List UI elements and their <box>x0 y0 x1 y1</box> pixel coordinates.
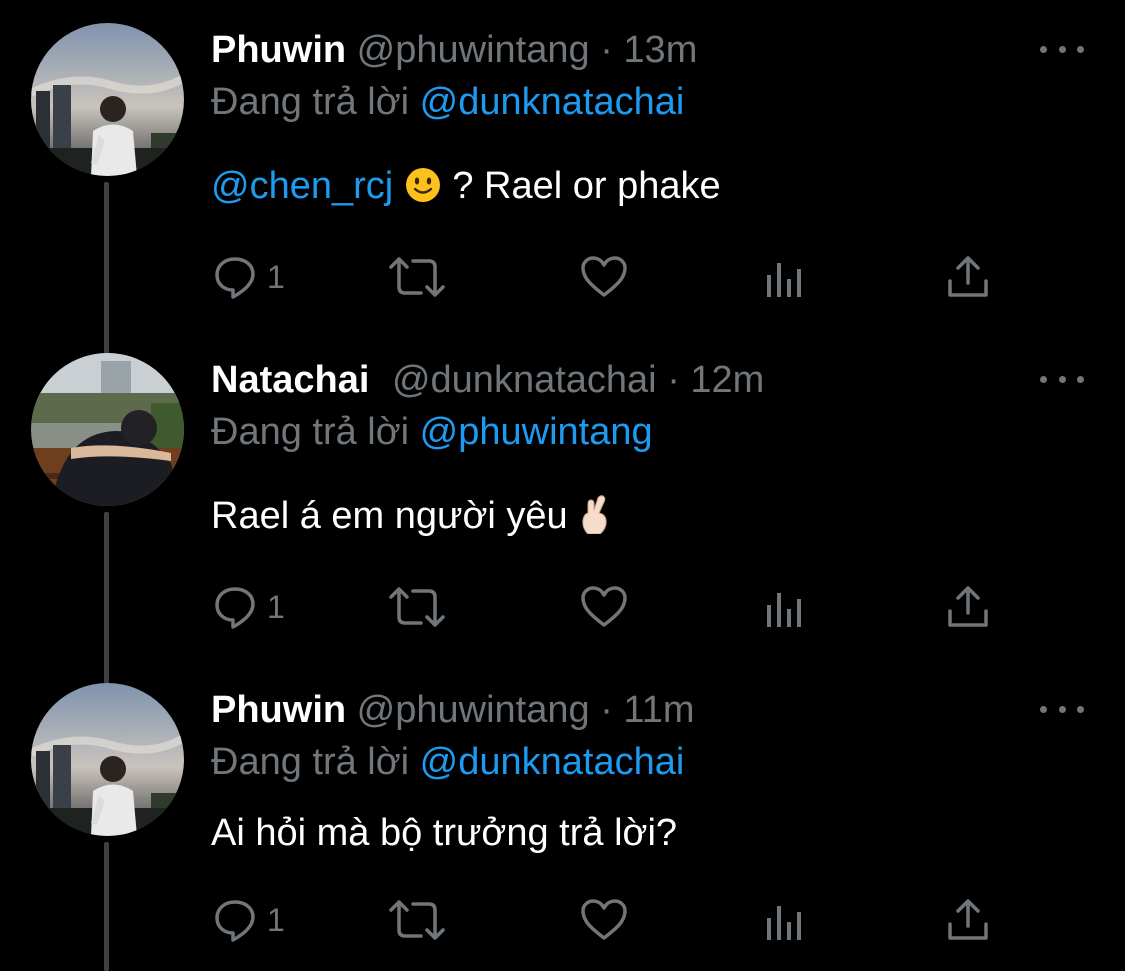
reply-button[interactable]: 1 <box>211 252 285 302</box>
replying-to-label: Đang trả lời <box>211 411 410 453</box>
analytics-icon <box>767 593 801 627</box>
more-options-button[interactable] <box>1040 369 1084 389</box>
views-button[interactable] <box>763 252 807 302</box>
mention-link[interactable]: @chen_rcj <box>211 165 393 207</box>
tweet-text: Ai hỏi mà bộ trưởng trả lời? <box>211 810 677 856</box>
replying-to-line: Đang trả lời @dunknatachai <box>211 79 684 125</box>
separator-dot: · <box>600 29 613 71</box>
like-button[interactable] <box>579 582 629 632</box>
tweet[interactable]: Natachai @dunknatachai · 12m Đang trả lờ… <box>0 330 1125 660</box>
more-options-icon <box>1040 375 1047 383</box>
tweet[interactable]: Phuwin @phuwintang · 13m Đang trả lời @d… <box>0 0 1125 330</box>
analytics-icon <box>767 906 801 940</box>
separator-dot: · <box>667 359 680 401</box>
heart-icon <box>581 256 627 297</box>
share-icon <box>948 256 988 297</box>
display-name[interactable]: Phuwin <box>211 29 346 71</box>
tweet-text-content: ? Rael or phake <box>452 165 721 207</box>
display-name[interactable]: Natachai <box>211 359 369 401</box>
like-button[interactable] <box>579 252 629 302</box>
retweet-icon <box>389 257 445 297</box>
more-options-icon <box>1040 705 1047 713</box>
views-button[interactable] <box>763 895 807 945</box>
share-button[interactable] <box>945 252 991 302</box>
slightly-smiling-face-icon <box>404 166 442 215</box>
user-handle[interactable]: @phuwintang <box>357 689 590 731</box>
reply-button[interactable]: 1 <box>211 895 285 945</box>
crossed-fingers-icon <box>578 494 612 545</box>
share-button[interactable] <box>945 895 991 945</box>
tweet-header: Natachai @dunknatachai · 12m <box>211 357 764 403</box>
user-handle[interactable]: @phuwintang <box>357 29 590 71</box>
replying-to-mention[interactable]: @dunknatachai <box>420 81 685 123</box>
more-options-icon <box>1040 45 1047 53</box>
display-name[interactable]: Phuwin <box>211 689 346 731</box>
reply-icon <box>215 257 255 299</box>
tweet[interactable]: Phuwin @phuwintang · 11m Đang trả lời @d… <box>0 660 1125 971</box>
replying-to-mention[interactable]: @phuwintang <box>420 411 653 453</box>
tweet-text: @chen_rcj ? Rael or phake <box>211 163 721 215</box>
reply-count: 1 <box>267 588 285 625</box>
share-icon <box>948 899 988 940</box>
views-button[interactable] <box>763 582 807 632</box>
retweet-icon <box>389 587 445 627</box>
retweet-button[interactable] <box>387 895 447 945</box>
action-bar: 1 <box>211 895 1001 945</box>
tweet-text-content: Rael á em người yêu <box>211 495 568 537</box>
replying-to-line: Đang trả lời @dunknatachai <box>211 739 684 785</box>
reply-count: 1 <box>267 901 285 938</box>
retweet-button[interactable] <box>387 582 447 632</box>
tweet-text-content: Ai hỏi mà bộ trưởng trả lời? <box>211 812 678 854</box>
reply-icon <box>215 900 255 942</box>
replying-to-label: Đang trả lời <box>211 741 410 783</box>
more-options-button[interactable] <box>1040 39 1084 59</box>
share-button[interactable] <box>945 582 991 632</box>
reply-count: 1 <box>267 258 285 295</box>
user-handle[interactable]: @dunknatachai <box>392 359 657 401</box>
avatar[interactable] <box>31 353 184 506</box>
share-icon <box>948 586 988 627</box>
retweet-icon <box>389 900 445 940</box>
replying-to-mention[interactable]: @dunknatachai <box>420 741 685 783</box>
avatar[interactable] <box>31 683 184 836</box>
analytics-icon <box>767 263 801 297</box>
timestamp[interactable]: 11m <box>623 689 694 731</box>
timestamp[interactable]: 12m <box>690 359 764 401</box>
heart-icon <box>581 586 627 627</box>
tweet-header: Phuwin @phuwintang · 13m <box>211 27 697 73</box>
like-button[interactable] <box>579 895 629 945</box>
timestamp[interactable]: 13m <box>623 29 697 71</box>
tweet-text: Rael á em người yêu <box>211 493 612 545</box>
retweet-button[interactable] <box>387 252 447 302</box>
reply-icon <box>215 587 255 629</box>
reply-button[interactable]: 1 <box>211 582 285 632</box>
action-bar: 1 <box>211 252 1001 302</box>
more-options-button[interactable] <box>1040 699 1084 719</box>
avatar[interactable] <box>31 23 184 176</box>
heart-icon <box>581 899 627 940</box>
replying-to-label: Đang trả lời <box>211 81 410 123</box>
tweet-header: Phuwin @phuwintang · 11m <box>211 687 695 733</box>
separator-dot: · <box>600 689 613 731</box>
replying-to-line: Đang trả lời @phuwintang <box>211 409 653 455</box>
action-bar: 1 <box>211 582 1001 632</box>
